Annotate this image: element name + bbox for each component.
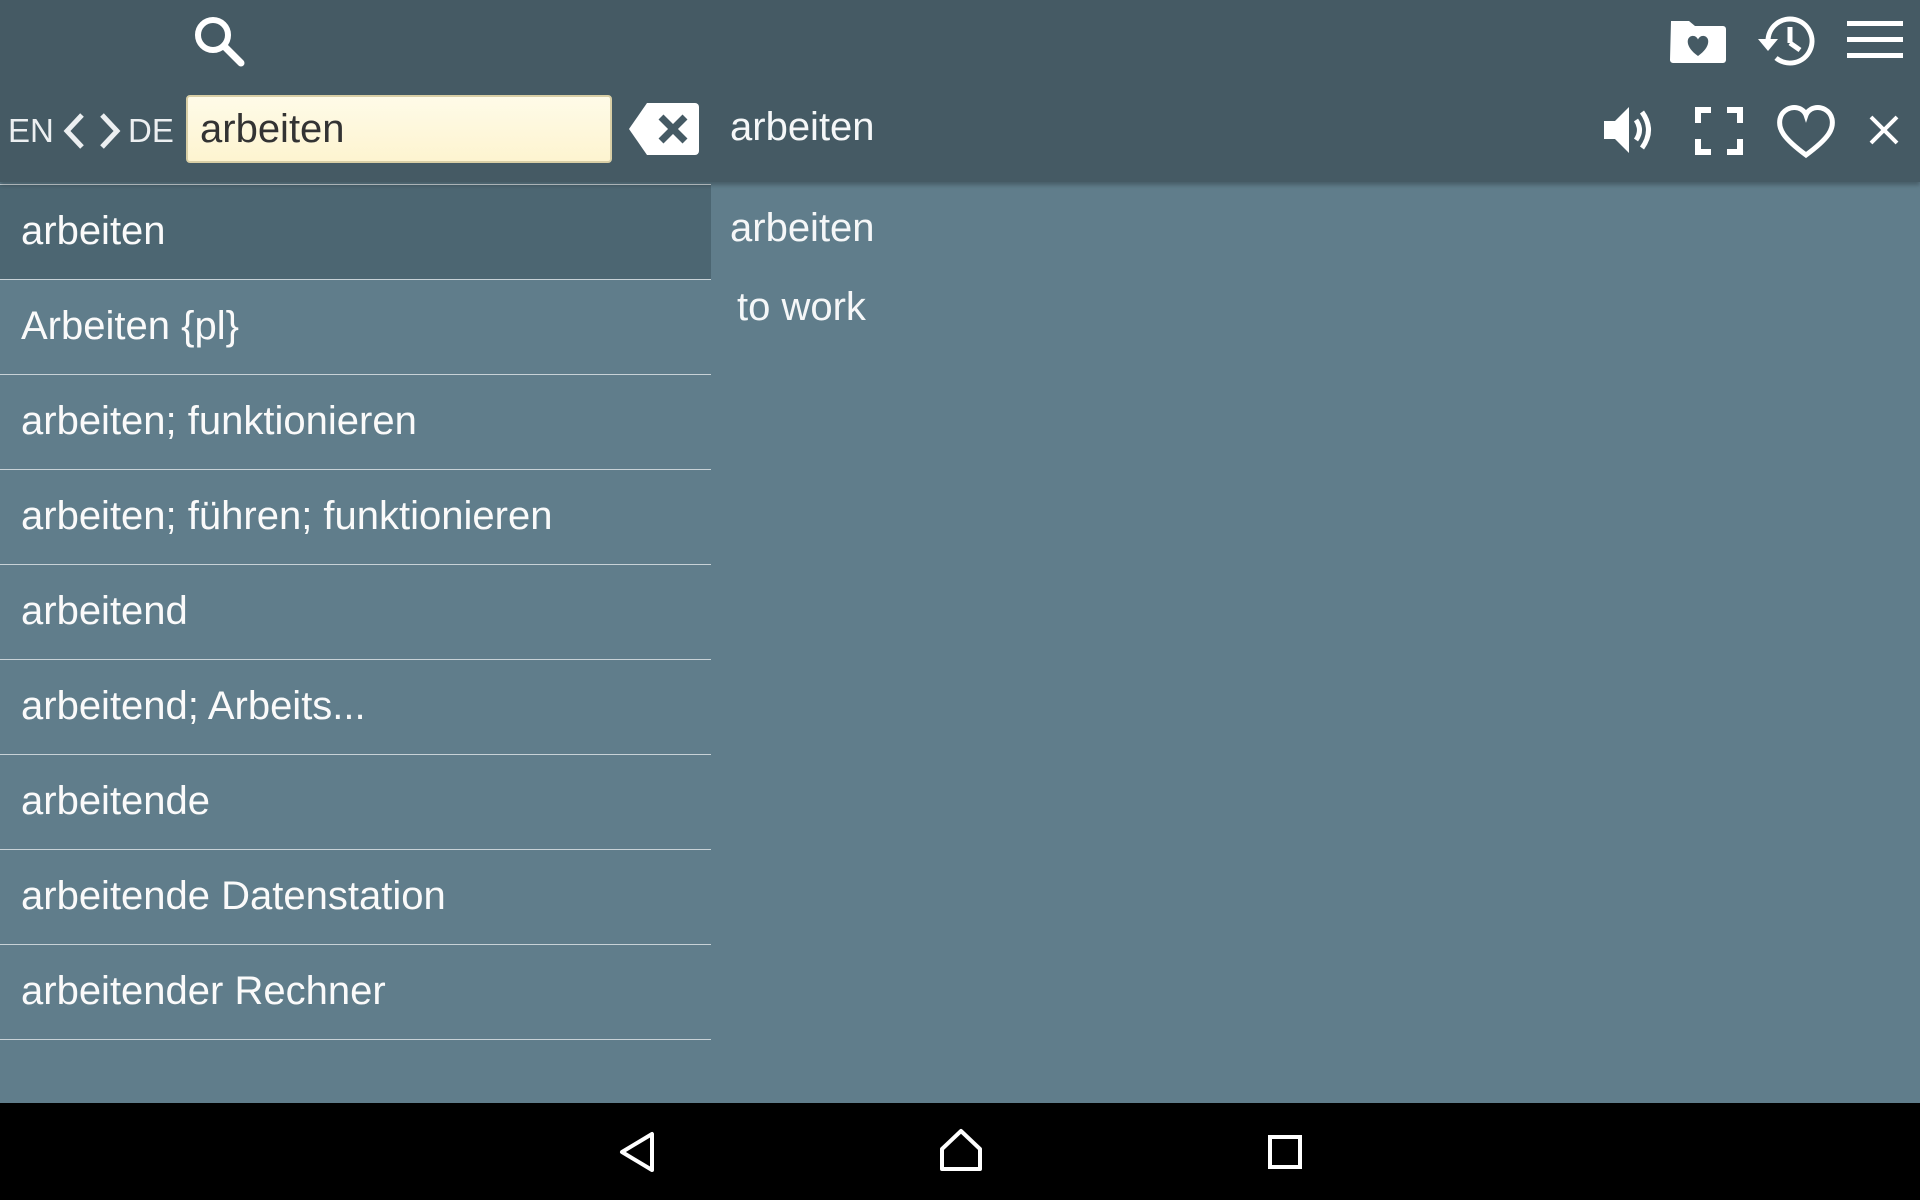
- speaker-icon[interactable]: [1600, 100, 1660, 160]
- history-icon[interactable]: [1754, 8, 1820, 74]
- definition-panel: arbeiten to work: [730, 206, 875, 330]
- list-divider: [0, 1039, 711, 1040]
- dictionary-app: EN DE arbeiten arbeiten arbeiten Arbeite…: [0, 0, 1920, 1200]
- list-item[interactable]: arbeitende: [0, 754, 711, 849]
- close-icon[interactable]: [1864, 110, 1904, 150]
- search-input[interactable]: [188, 97, 610, 161]
- list-item[interactable]: arbeitend; Arbeits...: [0, 659, 711, 754]
- app-header: EN DE arbeiten: [0, 0, 1920, 182]
- search-field-container: [186, 95, 612, 163]
- heart-icon[interactable]: [1774, 100, 1838, 162]
- list-item[interactable]: arbeiten: [0, 184, 711, 279]
- list-item[interactable]: arbeitender Rechner: [0, 944, 711, 1039]
- results-list: arbeiten Arbeiten {pl} arbeiten; funktio…: [0, 184, 711, 1040]
- fullscreen-icon[interactable]: [1694, 106, 1744, 156]
- home-icon[interactable]: [936, 1125, 986, 1175]
- menu-icon[interactable]: [1842, 14, 1908, 66]
- backspace-clear-icon[interactable]: [626, 100, 702, 158]
- favorites-folder-icon[interactable]: [1666, 12, 1730, 68]
- target-language[interactable]: DE: [128, 108, 174, 154]
- search-icon[interactable]: [186, 8, 252, 74]
- recent-apps-icon[interactable]: [1260, 1127, 1310, 1177]
- list-item[interactable]: arbeiten; führen; funktionieren: [0, 469, 711, 564]
- chevron-left-icon[interactable]: [60, 110, 88, 152]
- list-item[interactable]: Arbeiten {pl}: [0, 279, 711, 374]
- list-item[interactable]: arbeitende Datenstation: [0, 849, 711, 944]
- header-current-word: arbeiten: [730, 105, 875, 149]
- back-icon[interactable]: [612, 1127, 662, 1177]
- chevron-right-icon[interactable]: [96, 110, 124, 152]
- definition-meaning: to work: [737, 285, 866, 329]
- list-item[interactable]: arbeiten; funktionieren: [0, 374, 711, 469]
- list-item[interactable]: arbeitend: [0, 564, 711, 659]
- system-navigation-bar: [0, 1103, 1920, 1200]
- source-language[interactable]: EN: [8, 108, 54, 154]
- definition-word: arbeiten: [730, 206, 875, 250]
